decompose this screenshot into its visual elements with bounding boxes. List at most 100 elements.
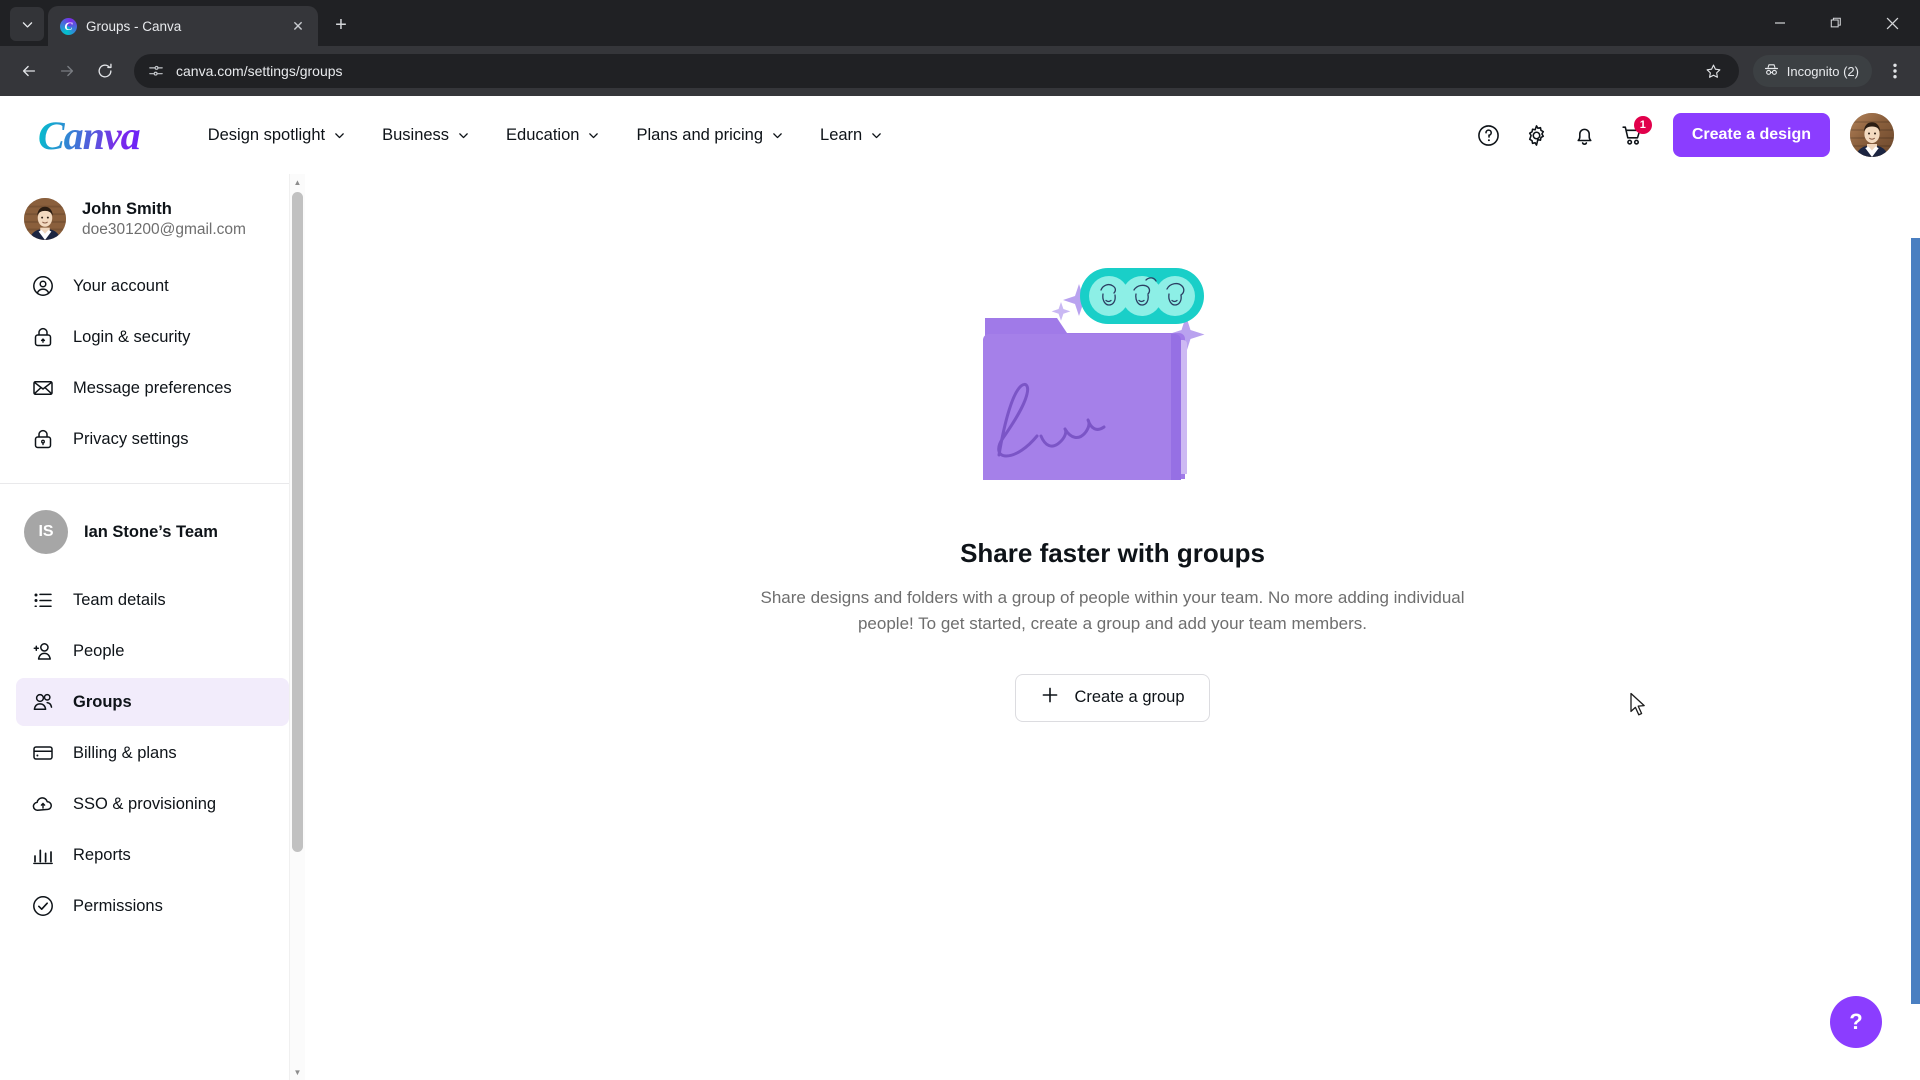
sidebar-item-label: Permissions bbox=[73, 896, 163, 915]
sidebar-item-label: Reports bbox=[73, 845, 131, 864]
header-actions: 1 Create a design bbox=[1467, 113, 1894, 157]
incognito-label: Incognito (2) bbox=[1786, 63, 1859, 79]
envelope-icon bbox=[30, 375, 56, 401]
lock-icon bbox=[30, 324, 56, 350]
scroll-up-icon[interactable]: ▲ bbox=[290, 174, 305, 190]
create-a-group-label: Create a group bbox=[1074, 688, 1185, 707]
create-a-group-button[interactable]: Create a group bbox=[1015, 673, 1210, 722]
folder-with-people-illustration bbox=[963, 230, 1263, 530]
chevron-down-icon bbox=[870, 129, 883, 142]
sidebar-item-label: Message preferences bbox=[73, 378, 232, 397]
plus-icon bbox=[1040, 685, 1060, 710]
canva-header: Canva Design spotlight Business Educatio… bbox=[0, 96, 1920, 174]
forward-icon bbox=[50, 54, 84, 88]
page-title: Share faster with groups bbox=[960, 538, 1265, 568]
tab-search-icon[interactable] bbox=[10, 7, 44, 41]
sidebar-scrollbar[interactable]: ▲ ▼ bbox=[289, 174, 305, 1080]
window-controls bbox=[1752, 0, 1920, 46]
sidebar-item-label: Login & security bbox=[73, 327, 191, 346]
address-bar[interactable]: canva.com/settings/groups bbox=[134, 54, 1739, 88]
new-tab-button[interactable]: + bbox=[325, 9, 357, 41]
chevron-down-icon bbox=[333, 129, 346, 142]
cart-badge: 1 bbox=[1633, 116, 1652, 134]
nav-label: Design spotlight bbox=[207, 125, 326, 144]
add-people-icon bbox=[30, 638, 56, 664]
sidebar-item-permissions[interactable]: Permissions bbox=[16, 882, 289, 930]
page-description: Share designs and folders with a group o… bbox=[760, 588, 1465, 634]
sidebar-team-header[interactable]: IS Ian Stone’s Team bbox=[0, 484, 305, 554]
canva-logo[interactable]: Canva bbox=[38, 112, 144, 159]
nav-learn[interactable]: Learn bbox=[802, 116, 901, 155]
maximize-icon[interactable] bbox=[1808, 0, 1864, 46]
page-scrollbar[interactable] bbox=[1911, 238, 1920, 1004]
sidebar-item-label: People bbox=[73, 641, 125, 660]
shopping-cart-icon[interactable]: 1 bbox=[1611, 113, 1655, 157]
reload-icon[interactable] bbox=[88, 54, 122, 88]
sidebar-item-sso-provisioning[interactable]: SSO & provisioning bbox=[16, 780, 289, 828]
help-fab-button[interactable]: ? bbox=[1830, 996, 1882, 1048]
profile-email: doe301200@gmail.com bbox=[82, 220, 246, 238]
nav-plans-and-pricing[interactable]: Plans and pricing bbox=[618, 116, 802, 155]
nav-education[interactable]: Education bbox=[488, 116, 618, 155]
profile-avatar bbox=[24, 198, 66, 240]
create-a-design-button[interactable]: Create a design bbox=[1672, 113, 1830, 157]
sidebar-profile[interactable]: John Smith doe301200@gmail.com bbox=[0, 192, 305, 240]
close-icon[interactable]: ✕ bbox=[288, 16, 308, 36]
sidebar-item-label: Team details bbox=[73, 590, 166, 609]
main-navigation: Design spotlight Business Education Plan… bbox=[190, 116, 902, 155]
chevron-down-icon bbox=[771, 129, 784, 142]
gear-icon[interactable] bbox=[1515, 113, 1559, 157]
minimize-icon[interactable] bbox=[1752, 0, 1808, 46]
main-content: Share faster with groups Share designs a… bbox=[305, 174, 1920, 1080]
star-icon[interactable] bbox=[1701, 58, 1727, 84]
settings-sidebar: John Smith doe301200@gmail.com Your acco… bbox=[0, 174, 305, 1080]
cloud-upload-icon bbox=[30, 791, 56, 817]
incognito-profile-pill[interactable]: Incognito (2) bbox=[1752, 55, 1872, 87]
back-icon[interactable] bbox=[12, 54, 46, 88]
sidebar-item-privacy-settings[interactable]: Privacy settings bbox=[16, 415, 289, 463]
sidebar-item-team-details[interactable]: Team details bbox=[16, 576, 289, 624]
sidebar-item-your-account[interactable]: Your account bbox=[16, 262, 289, 310]
sidebar-item-people[interactable]: People bbox=[16, 627, 289, 675]
help-circle-icon[interactable] bbox=[1467, 113, 1511, 157]
nav-business[interactable]: Business bbox=[364, 116, 488, 155]
team-name: Ian Stone’s Team bbox=[84, 522, 218, 541]
url-text: canva.com/settings/groups bbox=[176, 63, 343, 79]
incognito-icon bbox=[1763, 61, 1780, 81]
bar-chart-icon bbox=[30, 842, 56, 868]
check-circle-icon bbox=[30, 893, 56, 919]
nav-label: Learn bbox=[820, 125, 863, 144]
sidebar-item-label: Your account bbox=[73, 276, 169, 295]
tab-title: Groups - Canva bbox=[86, 18, 182, 34]
site-settings-icon[interactable] bbox=[148, 63, 164, 79]
credit-card-icon bbox=[30, 740, 56, 766]
scrollbar-thumb[interactable] bbox=[292, 192, 303, 852]
canva-favicon: C bbox=[60, 17, 77, 35]
groups-icon bbox=[30, 689, 56, 715]
nav-design-spotlight[interactable]: Design spotlight bbox=[190, 116, 364, 155]
profile-name: John Smith bbox=[82, 199, 172, 218]
tab-strip: C Groups - Canva ✕ + bbox=[0, 0, 1920, 46]
team-nav-list: Team details People Groups Billing & pla… bbox=[0, 576, 305, 930]
kebab-menu-icon[interactable] bbox=[1880, 54, 1910, 88]
nav-label: Education bbox=[506, 125, 580, 144]
sidebar-item-label: Billing & plans bbox=[73, 743, 177, 762]
browser-tab[interactable]: C Groups - Canva ✕ bbox=[48, 6, 318, 46]
scroll-down-icon[interactable]: ▼ bbox=[290, 1064, 305, 1080]
sidebar-item-label: Privacy settings bbox=[73, 429, 189, 448]
sidebar-item-groups[interactable]: Groups bbox=[16, 678, 289, 726]
page-body: John Smith doe301200@gmail.com Your acco… bbox=[0, 174, 1920, 1080]
sidebar-item-reports[interactable]: Reports bbox=[16, 831, 289, 879]
bell-icon[interactable] bbox=[1563, 113, 1607, 157]
account-nav-list: Your account Login & security Message pr… bbox=[0, 262, 305, 463]
avatar[interactable] bbox=[1850, 113, 1894, 157]
sidebar-item-message-preferences[interactable]: Message preferences bbox=[16, 364, 289, 412]
sidebar-item-login-security[interactable]: Login & security bbox=[16, 313, 289, 361]
person-circle-icon bbox=[30, 273, 56, 299]
nav-label: Business bbox=[382, 125, 450, 144]
close-window-icon[interactable] bbox=[1864, 0, 1920, 46]
chevron-down-icon bbox=[587, 129, 600, 142]
browser-chrome: C Groups - Canva ✕ + canva.com/settings/… bbox=[0, 0, 1920, 96]
sidebar-item-billing-plans[interactable]: Billing & plans bbox=[16, 729, 289, 777]
sidebar-item-label: Groups bbox=[73, 692, 132, 711]
